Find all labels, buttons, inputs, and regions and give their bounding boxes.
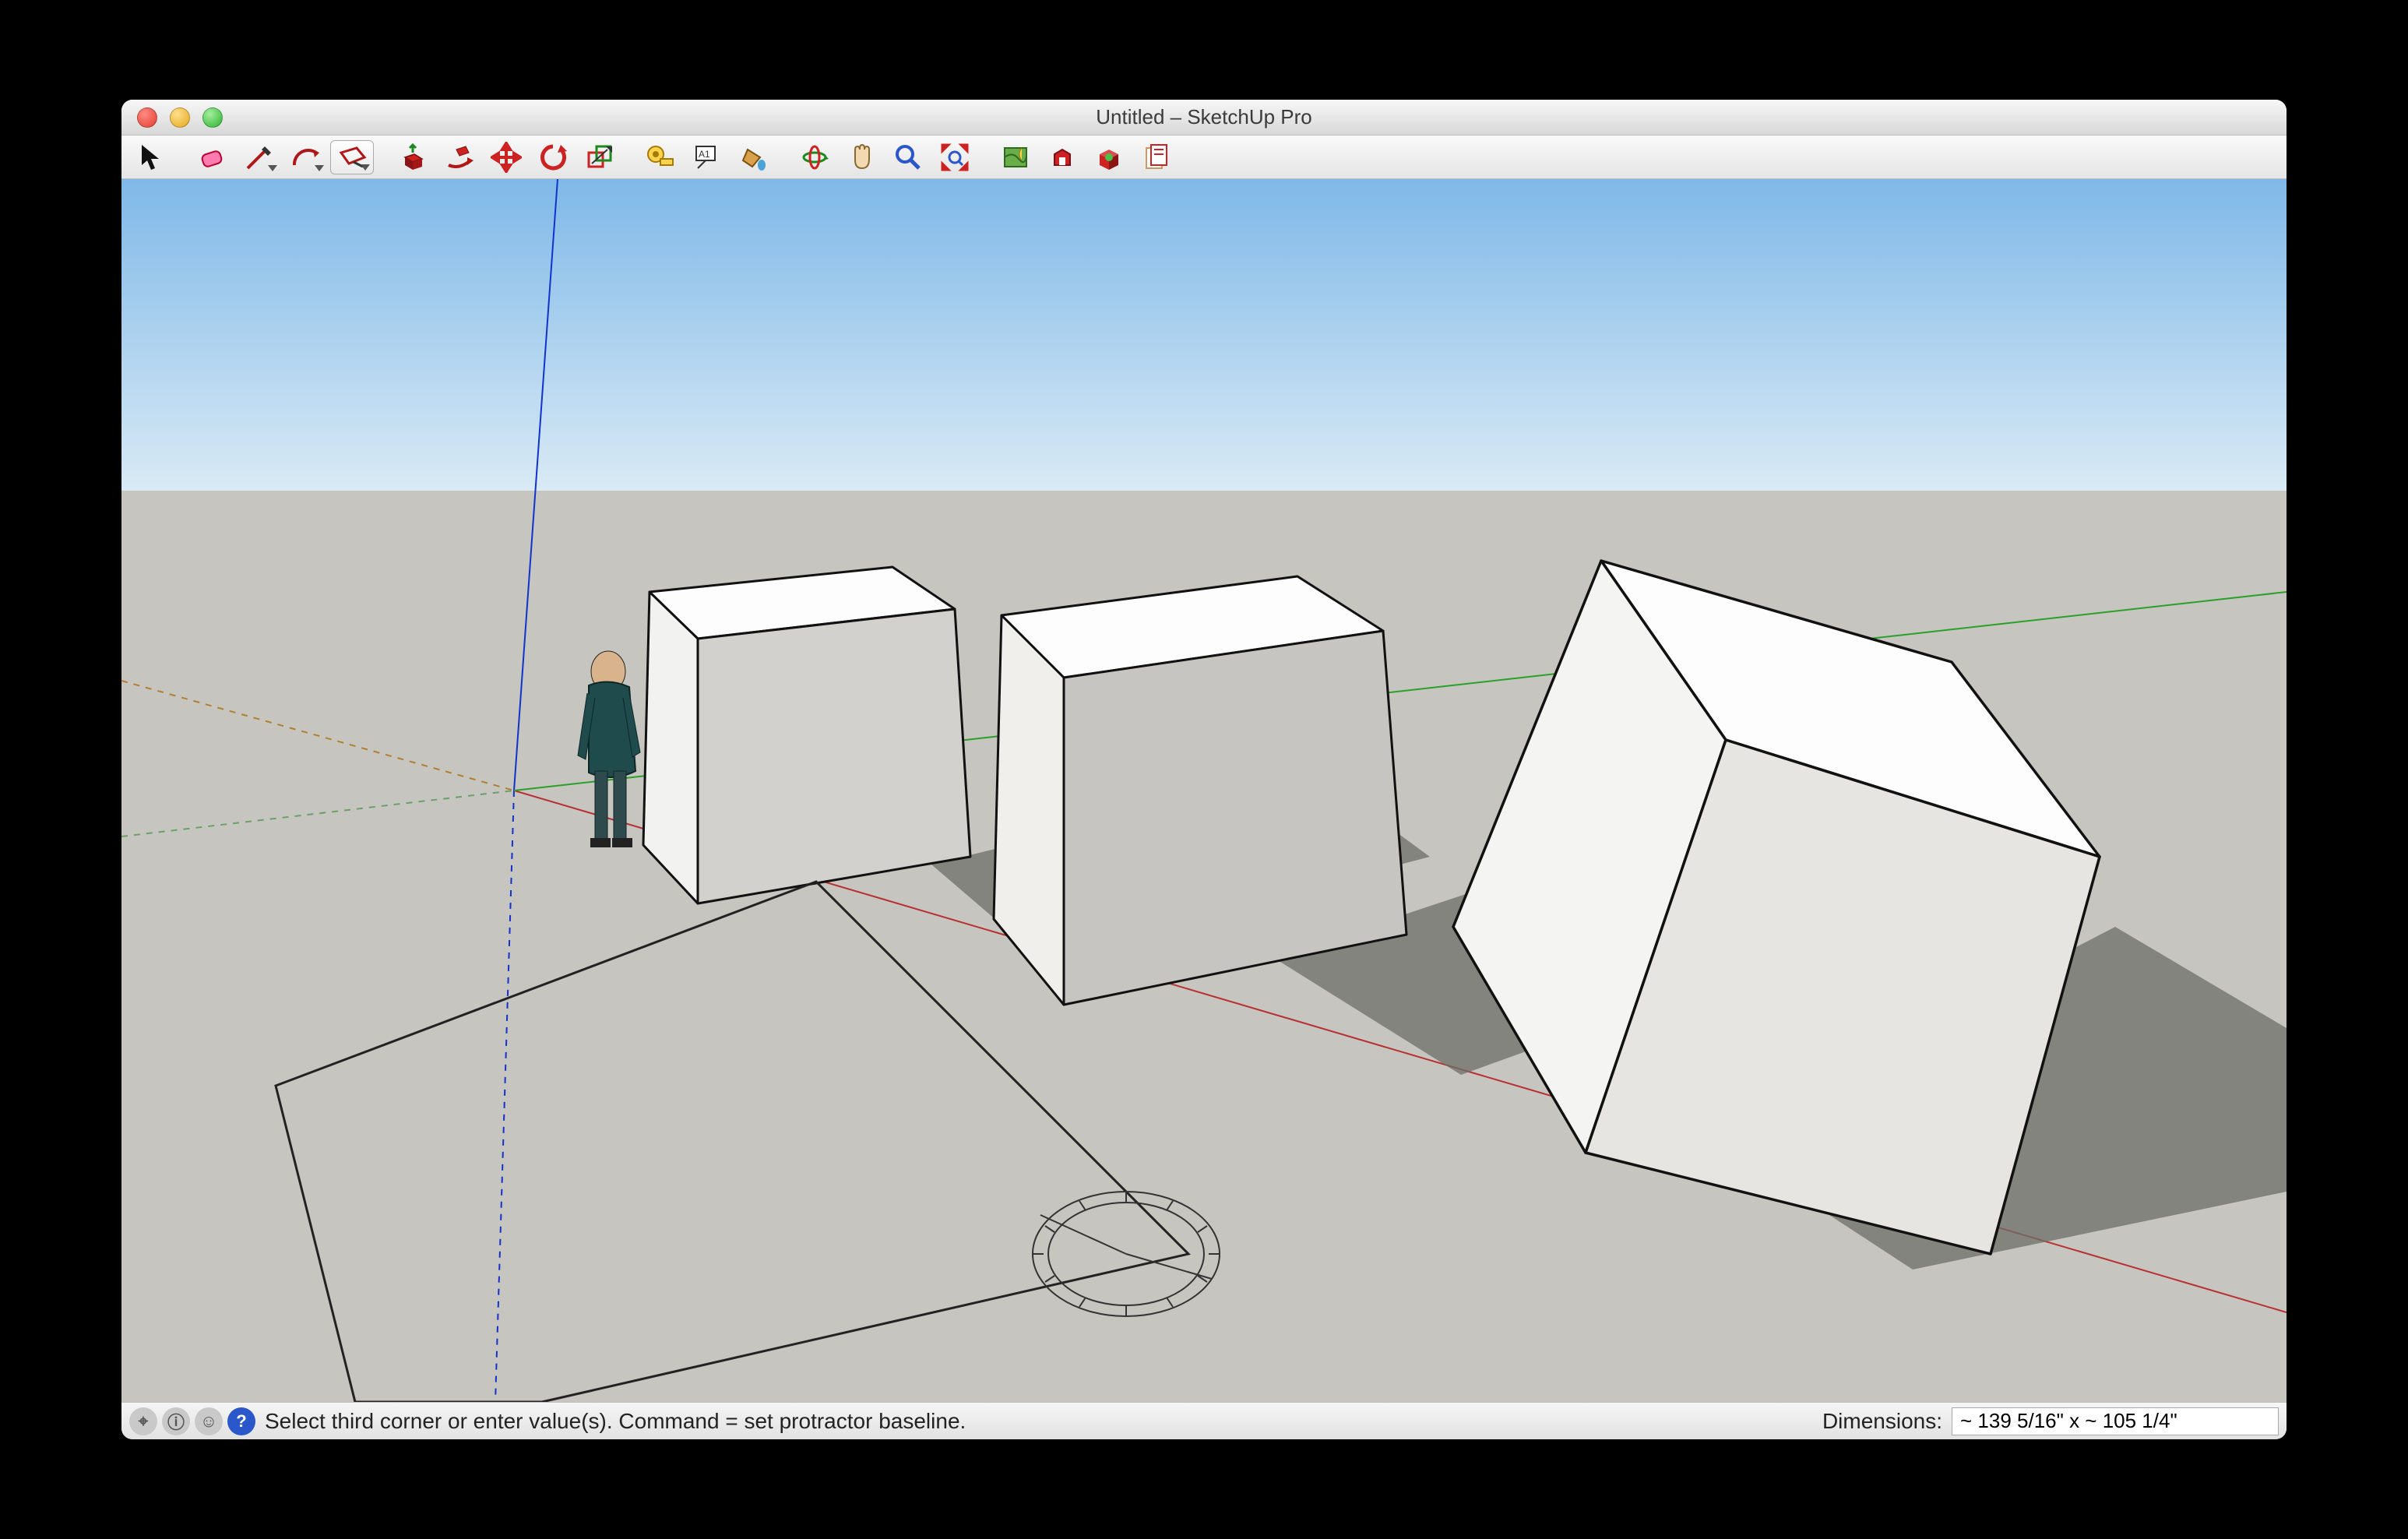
- tool-add-location[interactable]: [994, 140, 1037, 174]
- dimensions-input[interactable]: [1952, 1407, 2279, 1435]
- cube-1: [643, 567, 970, 903]
- titlebar[interactable]: Untitled – SketchUp Pro: [121, 100, 2287, 136]
- tool-line[interactable]: [237, 140, 280, 174]
- viewport-3d[interactable]: [121, 179, 2287, 1402]
- svg-text:A1: A1: [699, 149, 710, 160]
- tool-push-pull[interactable]: [391, 140, 435, 174]
- tool-pan[interactable]: [840, 140, 883, 174]
- user-icon[interactable]: ☺: [195, 1407, 223, 1435]
- tool-eraser[interactable]: [190, 140, 234, 174]
- geolocation-icon[interactable]: ⌖: [129, 1407, 157, 1435]
- tool-paint-bucket[interactable]: [732, 140, 776, 174]
- tool-rectangle[interactable]: [330, 140, 374, 174]
- tool-text[interactable]: A1: [685, 140, 729, 174]
- cube-2: [994, 576, 1406, 1005]
- window-title: Untitled – SketchUp Pro: [121, 105, 2287, 129]
- help-icon[interactable]: ?: [227, 1407, 255, 1435]
- tool-zoom-extents[interactable]: [933, 140, 977, 174]
- tool-arc[interactable]: [283, 140, 327, 174]
- app-window: Untitled – SketchUp Pro: [121, 100, 2287, 1439]
- tool-extension-warehouse[interactable]: [1087, 140, 1131, 174]
- toolbar: A1: [121, 136, 2287, 179]
- tool-layout[interactable]: [1134, 140, 1178, 174]
- tool-zoom[interactable]: [886, 140, 930, 174]
- tool-rotate[interactable]: [531, 140, 575, 174]
- tool-follow-me[interactable]: [438, 140, 481, 174]
- tool-move[interactable]: [484, 140, 528, 174]
- tool-select[interactable]: [129, 140, 173, 174]
- sky: [121, 179, 2287, 491]
- tool-3d-warehouse[interactable]: [1040, 140, 1084, 174]
- status-icons: ⌖ ⓘ ☺ ?: [129, 1407, 255, 1435]
- tool-orbit[interactable]: [793, 140, 836, 174]
- credits-icon[interactable]: ⓘ: [162, 1407, 190, 1435]
- tool-tape-measure[interactable]: [639, 140, 682, 174]
- dimensions-label: Dimensions:: [1822, 1409, 1942, 1434]
- tool-scale[interactable]: [578, 140, 621, 174]
- scene-svg: [121, 179, 2287, 1402]
- status-hint: Select third corner or enter value(s). C…: [265, 1409, 966, 1434]
- statusbar: ⌖ ⓘ ☺ ? Select third corner or enter val…: [121, 1402, 2287, 1439]
